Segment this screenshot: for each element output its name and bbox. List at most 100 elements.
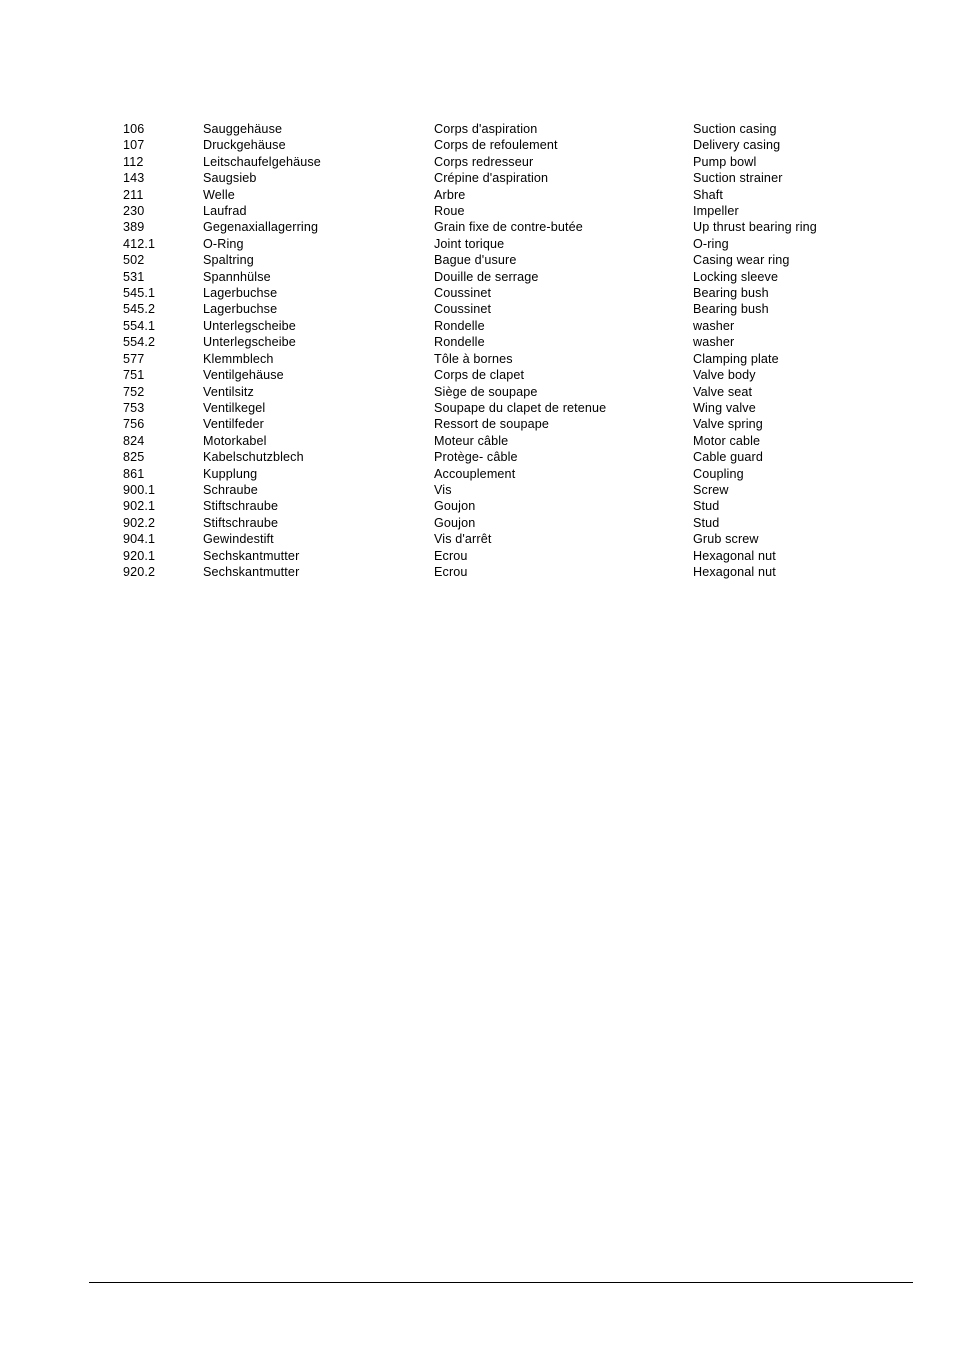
- part-reference: 756: [123, 417, 145, 432]
- part-name-en: Locking sleeve: [693, 269, 779, 284]
- part-name-en: Hexagonal nut: [693, 564, 776, 579]
- part-reference: 554.1: [123, 318, 156, 333]
- part-name-fr: Ressort de soupape: [434, 417, 549, 432]
- part-name-de: Gegenaxiallagerring: [203, 220, 319, 235]
- part-reference: 861: [123, 466, 145, 481]
- part-name-fr: Goujon: [434, 515, 476, 530]
- part-name-de: Unterlegscheibe: [203, 335, 296, 350]
- part-reference: 577: [123, 351, 145, 366]
- table-row: 502 Spaltring Bague d'usure Casing wear rin…: [123, 252, 923, 268]
- part-name-fr: Rondelle: [434, 318, 485, 333]
- part-name-fr: Ecrou: [434, 548, 468, 563]
- part-name-de: Welle: [203, 187, 235, 202]
- part-name-de: Sauggehäuse: [203, 122, 283, 136]
- part-name-fr: Ecrou: [434, 564, 468, 579]
- part-name-en: washer: [693, 335, 735, 350]
- part-name-de: Spannhülse: [203, 269, 271, 284]
- document-page: 106 Sauggehäuse Corps d'aspiration Suction …: [0, 0, 954, 1351]
- part-name-en: Motor cable: [693, 433, 761, 448]
- part-name-de: Lagerbuchse: [203, 302, 278, 317]
- part-name-en: Stud: [693, 515, 720, 530]
- part-name-de: Gewindestift: [203, 532, 274, 547]
- table-row: 230 Laufrad Roue Impeller: [123, 203, 923, 219]
- part-reference: 824: [123, 433, 145, 448]
- parts-list-body: 106 Sauggehäuse Corps d'aspiration Suction …: [123, 121, 923, 580]
- part-name-en: Valve spring: [693, 417, 763, 432]
- parts-list-table: 106 Sauggehäuse Corps d'aspiration Suction …: [123, 121, 923, 580]
- part-name-fr: Corps de refoulement: [434, 138, 558, 153]
- part-name-de: Motorkabel: [203, 433, 267, 448]
- table-row: 545.1 Lagerbuchse Coussinet Bearing bush: [123, 285, 923, 301]
- part-reference: 825: [123, 450, 145, 465]
- part-reference: 920.1: [123, 548, 156, 563]
- part-name-fr: Arbre: [434, 187, 466, 202]
- part-reference: 902.2: [123, 515, 156, 530]
- table-row: 920.2 Sechskantmutter Ecrou Hexagonal nut: [123, 564, 923, 580]
- table-row: 554.2 Unterlegscheibe Rondelle washer: [123, 334, 923, 350]
- part-name-en: Pump bowl: [693, 154, 757, 169]
- part-name-fr: Roue: [434, 204, 465, 219]
- part-name-en: Coupling: [693, 466, 744, 481]
- table-row: 920.1 Sechskantmutter Ecrou Hexagonal nut: [123, 548, 923, 564]
- part-name-en: Hexagonal nut: [693, 548, 776, 563]
- table-row: 751 Ventilgehäuse Corps de clapet Valve bod…: [123, 367, 923, 383]
- part-name-fr: Goujon: [434, 499, 476, 514]
- part-name-de: Laufrad: [203, 204, 247, 219]
- part-reference: 107: [123, 138, 145, 153]
- part-reference: 211: [123, 187, 144, 202]
- table-row: 825 Kabelschutzblech Protège- câble Cable g…: [123, 449, 923, 465]
- part-reference: 545.2: [123, 302, 156, 317]
- part-reference: 900.1: [123, 482, 156, 497]
- part-name-fr: Bague d'usure: [434, 253, 517, 268]
- table-row: 107 Druckgehäuse Corps de refoulement Deliv…: [123, 137, 923, 153]
- table-row: 824 Motorkabel Moteur câble Motor cable: [123, 433, 923, 449]
- part-name-en: Shaft: [693, 187, 724, 202]
- part-name-de: Lagerbuchse: [203, 286, 278, 301]
- part-name-en: Clamping plate: [693, 351, 779, 366]
- part-reference: 751: [123, 368, 145, 383]
- part-name-en: Bearing bush: [693, 302, 769, 317]
- part-name-fr: Tôle à bornes: [434, 351, 513, 366]
- part-name-fr: Douille de serrage: [434, 269, 539, 284]
- part-name-de: Spaltring: [203, 253, 254, 268]
- table-row: 531 Spannhülse Douille de serrage Locking s…: [123, 269, 923, 285]
- part-name-en: O-ring: [693, 236, 729, 251]
- table-row: 106 Sauggehäuse Corps d'aspiration Suction …: [123, 121, 923, 137]
- part-reference: 545.1: [123, 286, 156, 301]
- table-row: 902.1 Stiftschraube Goujon Stud: [123, 498, 923, 514]
- part-name-de: Ventilkegel: [203, 400, 266, 415]
- part-name-fr: Vis d'arrêt: [434, 532, 492, 547]
- table-row: 900.1 Schraube Vis Screw: [123, 482, 923, 498]
- part-name-de: Saugsieb: [203, 171, 257, 186]
- table-row: 753 Ventilkegel Soupape du clapet de reten…: [123, 400, 923, 416]
- part-name-fr: Vis: [434, 482, 452, 497]
- part-name-en: Up thrust bearing ring: [693, 220, 817, 235]
- table-row: 902.2 Stiftschraube Goujon Stud: [123, 515, 923, 531]
- part-reference: 502: [123, 253, 145, 268]
- part-name-de: Unterlegscheibe: [203, 318, 296, 333]
- part-name-de: Kabelschutzblech: [203, 450, 304, 465]
- footer-rule: [89, 1282, 913, 1283]
- part-name-en: Valve body: [693, 368, 756, 383]
- part-name-en: Suction casing: [693, 122, 777, 136]
- part-name-fr: Grain fixe de contre-butée: [434, 220, 583, 235]
- part-name-de: O-Ring: [203, 236, 244, 251]
- part-name-de: Kupplung: [203, 466, 258, 481]
- part-reference: 112: [123, 154, 144, 169]
- part-reference: 389: [123, 220, 145, 235]
- part-name-de: Klemmblech: [203, 351, 274, 366]
- part-reference: 143: [123, 171, 145, 186]
- part-name-fr: Joint torique: [434, 236, 505, 251]
- part-name-fr: Siège de soupape: [434, 384, 538, 399]
- part-name-en: Delivery casing: [693, 138, 781, 153]
- part-name-en: Impeller: [693, 204, 739, 219]
- part-name-de: Sechskantmutter: [203, 548, 300, 563]
- table-row: 752 Ventilsitz Siège de soupape Valve seat: [123, 384, 923, 400]
- table-row: 143 Saugsieb Crépine d'aspiration Suction s…: [123, 170, 923, 186]
- part-name-en: Cable guard: [693, 450, 763, 465]
- table-row: 545.2 Lagerbuchse Coussinet Bearing bush: [123, 301, 923, 317]
- part-name-de: Ventilsitz: [203, 384, 254, 399]
- part-name-de: Ventilfeder: [203, 417, 264, 432]
- part-reference: 904.1: [123, 532, 156, 547]
- part-name-de: Schraube: [203, 482, 258, 497]
